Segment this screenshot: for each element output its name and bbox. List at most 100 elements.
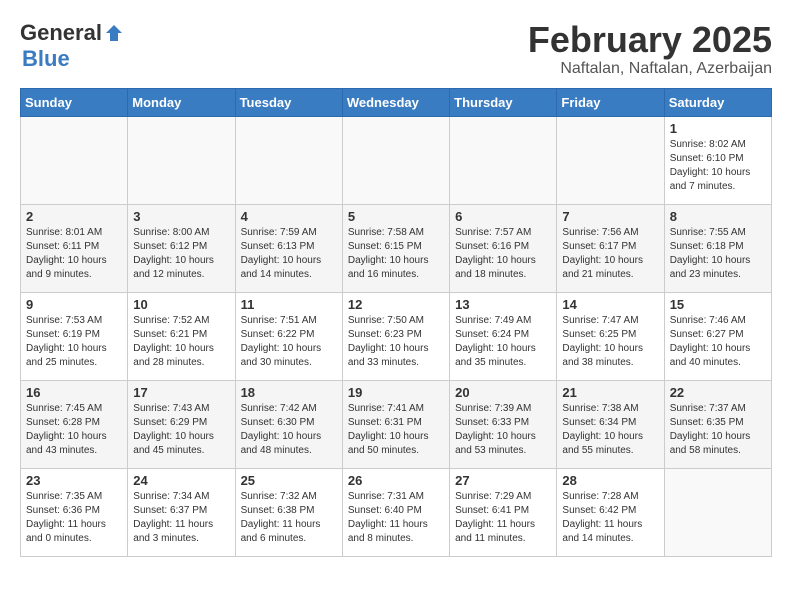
calendar-day-cell: 4 Sunrise: 7:59 AM Sunset: 6:13 PM Daylig… bbox=[235, 204, 342, 292]
calendar-day-cell: 27 Sunrise: 7:29 AM Sunset: 6:41 PM Dayli… bbox=[450, 468, 557, 556]
day-info: Sunrise: 7:47 AM Sunset: 6:25 PM Dayligh… bbox=[562, 314, 658, 370]
calendar-table: SundayMondayTuesdayWednesdayThursdayFrid… bbox=[20, 88, 772, 557]
calendar-week-row: 2Sunrise: 8:01 AM Sunset: 6:11 PM Daylig… bbox=[21, 204, 772, 292]
calendar-day-cell bbox=[21, 116, 128, 204]
day-number: 21 bbox=[562, 385, 658, 400]
day-number: 11 bbox=[241, 297, 337, 312]
title-block: February 2025 Naftalan, Naftalan, Azerba… bbox=[528, 20, 772, 78]
day-of-week-header: Tuesday bbox=[235, 88, 342, 116]
day-number: 27 bbox=[455, 473, 551, 488]
calendar-day-cell: 14 Sunrise: 7:47 AM Sunset: 6:25 PM Dayli… bbox=[557, 292, 664, 380]
day-number: 9 bbox=[26, 297, 122, 312]
day-number: 24 bbox=[133, 473, 229, 488]
calendar-day-cell: 8 Sunrise: 7:55 AM Sunset: 6:18 PM Daylig… bbox=[664, 204, 771, 292]
day-info: Sunrise: 7:32 AM Sunset: 6:38 PM Dayligh… bbox=[241, 490, 337, 546]
logo-general-text: General bbox=[20, 20, 102, 46]
calendar-day-cell: 12Sunrise: 7:50 AM Sunset: 6:23 PM Dayli… bbox=[342, 292, 449, 380]
calendar-week-row: 23Sunrise: 7:35 AM Sunset: 6:36 PM Dayli… bbox=[21, 468, 772, 556]
calendar-day-cell: 24Sunrise: 7:34 AM Sunset: 6:37 PM Dayli… bbox=[128, 468, 235, 556]
calendar-day-cell: 2Sunrise: 8:01 AM Sunset: 6:11 PM Daylig… bbox=[21, 204, 128, 292]
calendar-day-cell: 15 Sunrise: 7:46 AM Sunset: 6:27 PM Dayli… bbox=[664, 292, 771, 380]
day-info: Sunrise: 7:42 AM Sunset: 6:30 PM Dayligh… bbox=[241, 402, 337, 458]
day-of-week-header: Thursday bbox=[450, 88, 557, 116]
day-number: 28 bbox=[562, 473, 658, 488]
calendar-day-cell: 16 Sunrise: 7:45 AM Sunset: 6:28 PM Dayli… bbox=[21, 380, 128, 468]
day-number: 16 bbox=[26, 385, 122, 400]
day-number: 19 bbox=[348, 385, 444, 400]
day-number: 14 bbox=[562, 297, 658, 312]
day-info: Sunrise: 7:29 AM Sunset: 6:41 PM Dayligh… bbox=[455, 490, 551, 546]
day-number: 12 bbox=[348, 297, 444, 312]
day-number: 15 bbox=[670, 297, 766, 312]
day-info: Sunrise: 7:55 AM Sunset: 6:18 PM Dayligh… bbox=[670, 226, 766, 282]
day-info: Sunrise: 7:28 AM Sunset: 6:42 PM Dayligh… bbox=[562, 490, 658, 546]
day-number: 25 bbox=[241, 473, 337, 488]
calendar-day-cell: 20 Sunrise: 7:39 AM Sunset: 6:33 PM Dayli… bbox=[450, 380, 557, 468]
day-info: Sunrise: 7:46 AM Sunset: 6:27 PM Dayligh… bbox=[670, 314, 766, 370]
header-row: SundayMondayTuesdayWednesdayThursdayFrid… bbox=[21, 88, 772, 116]
logo: General Blue bbox=[20, 20, 124, 72]
day-info: Sunrise: 7:38 AM Sunset: 6:34 PM Dayligh… bbox=[562, 402, 658, 458]
calendar-day-cell: 10Sunrise: 7:52 AM Sunset: 6:21 PM Dayli… bbox=[128, 292, 235, 380]
day-info: Sunrise: 7:49 AM Sunset: 6:24 PM Dayligh… bbox=[455, 314, 551, 370]
calendar-week-row: 9 Sunrise: 7:53 AM Sunset: 6:19 PM Daylig… bbox=[21, 292, 772, 380]
calendar-day-cell: 13Sunrise: 7:49 AM Sunset: 6:24 PM Dayli… bbox=[450, 292, 557, 380]
location-title: Naftalan, Naftalan, Azerbaijan bbox=[528, 60, 772, 78]
day-info: Sunrise: 7:53 AM Sunset: 6:19 PM Dayligh… bbox=[26, 314, 122, 370]
calendar-day-cell: 7 Sunrise: 7:56 AM Sunset: 6:17 PM Daylig… bbox=[557, 204, 664, 292]
calendar-day-cell bbox=[342, 116, 449, 204]
calendar-day-cell: 22 Sunrise: 7:37 AM Sunset: 6:35 PM Dayli… bbox=[664, 380, 771, 468]
calendar-day-cell: 1 Sunrise: 8:02 AM Sunset: 6:10 PM Daylig… bbox=[664, 116, 771, 204]
calendar-day-cell: 28 Sunrise: 7:28 AM Sunset: 6:42 PM Dayli… bbox=[557, 468, 664, 556]
logo-blue-text: Blue bbox=[22, 46, 70, 72]
day-info: Sunrise: 7:51 AM Sunset: 6:22 PM Dayligh… bbox=[241, 314, 337, 370]
day-of-week-header: Friday bbox=[557, 88, 664, 116]
day-number: 5 bbox=[348, 209, 444, 224]
calendar-week-row: 1 Sunrise: 8:02 AM Sunset: 6:10 PM Daylig… bbox=[21, 116, 772, 204]
calendar-day-cell: 19 Sunrise: 7:41 AM Sunset: 6:31 PM Dayli… bbox=[342, 380, 449, 468]
calendar-day-cell: 23Sunrise: 7:35 AM Sunset: 6:36 PM Dayli… bbox=[21, 468, 128, 556]
day-info: Sunrise: 7:43 AM Sunset: 6:29 PM Dayligh… bbox=[133, 402, 229, 458]
calendar-day-cell: 6Sunrise: 7:57 AM Sunset: 6:16 PM Daylig… bbox=[450, 204, 557, 292]
day-info: Sunrise: 8:02 AM Sunset: 6:10 PM Dayligh… bbox=[670, 138, 766, 194]
calendar-day-cell bbox=[664, 468, 771, 556]
day-number: 3 bbox=[133, 209, 229, 224]
day-of-week-header: Sunday bbox=[21, 88, 128, 116]
day-number: 1 bbox=[670, 121, 766, 136]
day-info: Sunrise: 7:35 AM Sunset: 6:36 PM Dayligh… bbox=[26, 490, 122, 546]
day-info: Sunrise: 7:58 AM Sunset: 6:15 PM Dayligh… bbox=[348, 226, 444, 282]
page-header: General Blue February 2025 Naftalan, Naf… bbox=[20, 20, 772, 78]
day-info: Sunrise: 7:59 AM Sunset: 6:13 PM Dayligh… bbox=[241, 226, 337, 282]
day-info: Sunrise: 7:31 AM Sunset: 6:40 PM Dayligh… bbox=[348, 490, 444, 546]
day-info: Sunrise: 7:56 AM Sunset: 6:17 PM Dayligh… bbox=[562, 226, 658, 282]
day-info: Sunrise: 7:41 AM Sunset: 6:31 PM Dayligh… bbox=[348, 402, 444, 458]
calendar-day-cell: 9 Sunrise: 7:53 AM Sunset: 6:19 PM Daylig… bbox=[21, 292, 128, 380]
day-of-week-header: Wednesday bbox=[342, 88, 449, 116]
calendar-day-cell bbox=[557, 116, 664, 204]
day-info: Sunrise: 7:57 AM Sunset: 6:16 PM Dayligh… bbox=[455, 226, 551, 282]
day-number: 18 bbox=[241, 385, 337, 400]
day-info: Sunrise: 7:39 AM Sunset: 6:33 PM Dayligh… bbox=[455, 402, 551, 458]
calendar-day-cell bbox=[450, 116, 557, 204]
day-number: 22 bbox=[670, 385, 766, 400]
calendar-day-cell: 18 Sunrise: 7:42 AM Sunset: 6:30 PM Dayli… bbox=[235, 380, 342, 468]
calendar-body: 1 Sunrise: 8:02 AM Sunset: 6:10 PM Daylig… bbox=[21, 116, 772, 556]
day-number: 8 bbox=[670, 209, 766, 224]
calendar-day-cell: 21 Sunrise: 7:38 AM Sunset: 6:34 PM Dayli… bbox=[557, 380, 664, 468]
day-number: 20 bbox=[455, 385, 551, 400]
calendar-week-row: 16 Sunrise: 7:45 AM Sunset: 6:28 PM Dayli… bbox=[21, 380, 772, 468]
day-info: Sunrise: 7:37 AM Sunset: 6:35 PM Dayligh… bbox=[670, 402, 766, 458]
day-of-week-header: Monday bbox=[128, 88, 235, 116]
day-number: 10 bbox=[133, 297, 229, 312]
calendar-day-cell: 3 Sunrise: 8:00 AM Sunset: 6:12 PM Daylig… bbox=[128, 204, 235, 292]
calendar-header: SundayMondayTuesdayWednesdayThursdayFrid… bbox=[21, 88, 772, 116]
day-of-week-header: Saturday bbox=[664, 88, 771, 116]
logo-icon bbox=[104, 23, 124, 43]
day-number: 4 bbox=[241, 209, 337, 224]
day-number: 17 bbox=[133, 385, 229, 400]
calendar-day-cell: 25 Sunrise: 7:32 AM Sunset: 6:38 PM Dayli… bbox=[235, 468, 342, 556]
day-info: Sunrise: 7:45 AM Sunset: 6:28 PM Dayligh… bbox=[26, 402, 122, 458]
day-info: Sunrise: 8:00 AM Sunset: 6:12 PM Dayligh… bbox=[133, 226, 229, 282]
day-number: 7 bbox=[562, 209, 658, 224]
calendar-day-cell bbox=[235, 116, 342, 204]
